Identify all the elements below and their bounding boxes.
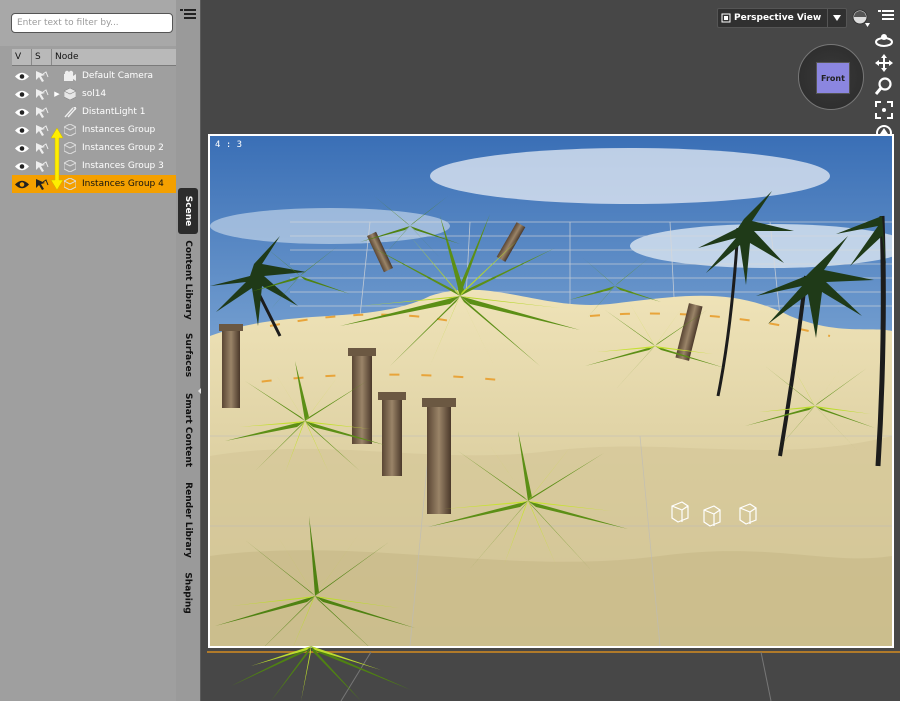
selectable-arrow-icon[interactable] — [32, 160, 52, 172]
tab-content-library[interactable]: Content Library — [178, 238, 198, 322]
selectable-arrow-icon[interactable] — [32, 124, 52, 136]
selectable-arrow-icon[interactable] — [32, 106, 52, 118]
tree-row[interactable]: Instances Group 4 — [12, 175, 176, 193]
node-label: Default Camera — [82, 71, 154, 81]
tree-row[interactable]: Instances Group 2 — [12, 139, 176, 157]
visibility-eye-icon[interactable] — [12, 144, 32, 153]
view-label: Perspective View — [734, 13, 822, 23]
node-label: Instances Group 4 — [82, 179, 164, 189]
tab-render-library[interactable]: Render Library — [178, 482, 198, 558]
frame-icon[interactable] — [875, 101, 893, 119]
node-label: Instances Group 2 — [82, 143, 164, 153]
zoom-icon[interactable] — [875, 77, 893, 95]
group-icon — [62, 124, 78, 136]
node-label: DistantLight 1 — [82, 107, 146, 117]
visibility-eye-icon[interactable] — [12, 126, 32, 135]
draw-style-icon[interactable] — [851, 8, 871, 28]
expand-triangle-icon[interactable]: ▶ — [52, 90, 62, 98]
tree-row[interactable]: Instances Group — [12, 121, 176, 139]
viewport-menu-icon[interactable] — [878, 9, 894, 23]
move-arrow-icon — [50, 128, 64, 190]
tab-surfaces[interactable]: Surfaces — [178, 330, 198, 380]
camera-icon — [62, 70, 78, 82]
node-label: sol14 — [82, 89, 107, 99]
view-selector[interactable]: Perspective View — [717, 8, 847, 28]
camera-view-icon — [718, 13, 734, 23]
tree-row[interactable]: Instances Group 3 — [12, 157, 176, 175]
tree-column-header: V S Node — [12, 49, 176, 66]
selectable-arrow-icon[interactable] — [32, 142, 52, 154]
panel-menu-icon[interactable] — [180, 8, 196, 22]
visibility-eye-icon[interactable] — [12, 162, 32, 171]
tab-shaping[interactable]: Shaping — [178, 570, 198, 616]
visibility-column-header[interactable]: V — [12, 49, 32, 65]
selectable-column-header[interactable]: S — [32, 49, 52, 65]
group-icon — [62, 142, 78, 154]
group-icon — [62, 160, 78, 172]
cube-front-face[interactable]: Front — [816, 62, 850, 94]
viewport[interactable]: Perspective View Front 4: 3 — [201, 0, 900, 701]
tree-row[interactable]: DistantLight 1 — [12, 103, 176, 121]
light-icon — [62, 106, 78, 118]
filter-bar — [0, 0, 176, 46]
selectable-arrow-icon[interactable] — [32, 178, 52, 190]
tab-scene[interactable]: Scene — [178, 188, 198, 234]
view-dropdown-icon[interactable] — [827, 9, 846, 27]
node-label: Instances Group — [82, 125, 156, 135]
node-column-header[interactable]: Node — [52, 49, 176, 65]
cube-icon — [62, 88, 78, 100]
render-frame: 4 : 3 — [208, 134, 894, 648]
aspect-ratio-label: 4 : 3 — [215, 140, 243, 150]
visibility-eye-icon[interactable] — [12, 90, 32, 99]
visibility-eye-icon[interactable] — [12, 72, 32, 81]
overflow-palm — [231, 646, 411, 701]
node-label: Instances Group 3 — [82, 161, 164, 171]
group-icon — [62, 178, 78, 190]
scene-render — [210, 136, 892, 646]
filter-input[interactable] — [11, 13, 173, 33]
scene-panel: V S Node Default Camera ▶ sol14 DistantLigh… — [0, 0, 177, 701]
tab-smart-content[interactable]: Smart Content — [178, 392, 198, 468]
visibility-eye-icon[interactable] — [12, 180, 32, 189]
selectable-arrow-icon[interactable] — [32, 88, 52, 100]
tree-row[interactable]: Default Camera — [12, 67, 176, 85]
tree-row[interactable]: ▶ sol14 — [12, 85, 176, 103]
navigation-cube[interactable]: Front — [798, 44, 864, 110]
visibility-eye-icon[interactable] — [12, 108, 32, 117]
pan-icon[interactable] — [875, 54, 893, 72]
scene-tree: Default Camera ▶ sol14 DistantLight 1 Instan… — [12, 67, 176, 193]
orbit-icon[interactable] — [874, 32, 894, 48]
panel-tab-strip: Scene Content Library Surfaces Smart Con… — [176, 0, 201, 701]
selectable-arrow-icon[interactable] — [32, 70, 52, 82]
